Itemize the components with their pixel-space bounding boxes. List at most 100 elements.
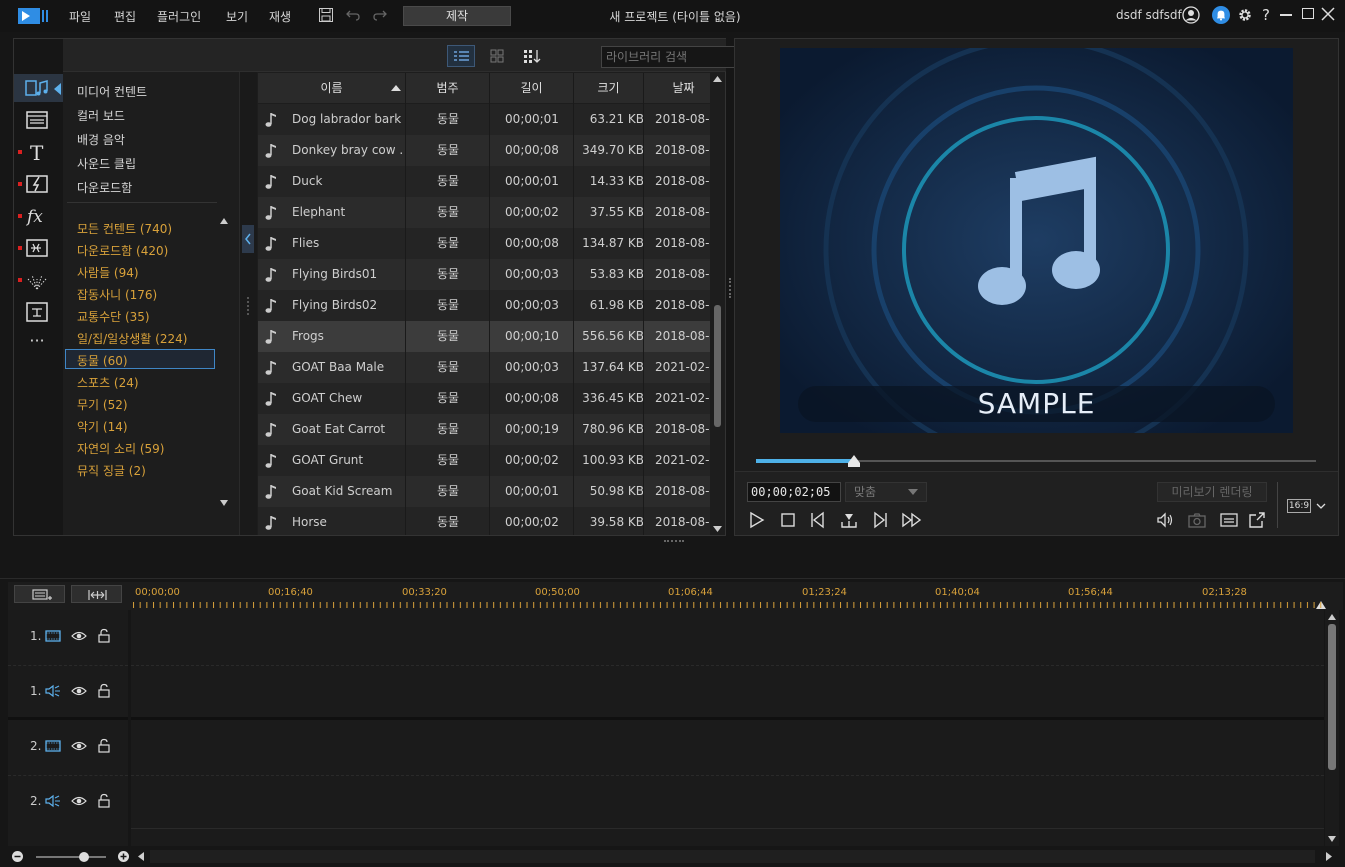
eye-icon[interactable] [71,629,87,643]
help-icon[interactable]: ? [1262,6,1274,24]
aspect-ratio-chevron-icon[interactable] [1316,501,1326,511]
lock-icon[interactable] [97,738,111,753]
user-avatar-icon[interactable] [1182,6,1200,24]
thumbnail-view-icon[interactable] [483,45,511,67]
next-frame-icon[interactable] [870,510,890,530]
track-manager-button[interactable] [14,585,65,603]
background-music-item[interactable]: 배경 음악 [77,131,125,148]
collapse-categories-button[interactable] [242,225,254,253]
category-item-animals[interactable]: 동물 (60) [77,352,128,369]
video-track-icon[interactable] [45,629,61,643]
eye-icon[interactable] [71,794,87,808]
storyboard-icon[interactable] [24,107,50,133]
panel-resize-grip[interactable] [664,540,684,543]
close-icon[interactable] [1321,7,1335,21]
menu-playback[interactable]: 재생 [269,8,291,25]
category-scrollbar[interactable] [219,217,229,507]
fit-timeline-button[interactable] [71,585,122,603]
subtitle-room-icon[interactable] [24,299,50,325]
scroll-right-icon[interactable] [1325,852,1333,861]
audio-track-icon[interactable] [45,684,61,698]
category-item-weapons[interactable]: 무기 (52) [77,396,128,413]
timecode-field[interactable]: 00;00;02;05 [747,482,841,502]
lock-icon[interactable] [97,793,111,808]
lock-icon[interactable] [97,683,111,698]
snapshot-camera-icon[interactable] [1187,510,1207,530]
previous-frame-icon[interactable] [808,510,828,530]
particle-room-icon[interactable] [24,267,50,293]
eye-icon[interactable] [71,739,87,753]
category-item-people[interactable]: 사람들 (94) [77,264,139,281]
cell-length: 00;00;08 [505,391,559,405]
scroll-left-icon[interactable] [137,852,145,861]
volume-icon[interactable] [1155,510,1175,530]
zoom-slider-handle[interactable] [79,852,89,862]
media-room-icon[interactable] [24,76,50,102]
track-number: 2. [30,739,42,753]
timeline-vertical-scrollbar[interactable] [1325,610,1339,846]
stop-icon[interactable] [778,510,798,530]
pip-objects-icon[interactable] [24,235,50,261]
column-header-length[interactable]: 길이 [490,73,574,103]
category-item-misc[interactable]: 잡동사니 (176) [77,286,157,303]
save-icon[interactable] [318,7,334,23]
category-item-instruments[interactable]: 악기 (14) [77,418,128,435]
zoom-slider[interactable] [36,856,106,858]
gear-icon[interactable] [1236,6,1254,24]
menu-edit[interactable]: 편집 [114,8,136,25]
minimize-icon[interactable] [1280,14,1292,16]
table-scrollbar[interactable] [711,73,724,535]
category-item-jingles[interactable]: 뮤직 징글 (2) [77,462,146,479]
aspect-ratio-button[interactable]: 16:9 [1287,499,1311,513]
title-room-icon[interactable]: T [24,139,50,165]
redo-icon[interactable] [372,8,388,22]
category-item-daily-life[interactable]: 일/집/일상생활 (224) [77,330,187,347]
category-item-nature[interactable]: 자연의 소리 (59) [77,440,164,457]
notification-bell-icon[interactable] [1212,6,1230,24]
column-header-name[interactable]: 이름 [258,73,406,103]
panel-resize-grip-vertical[interactable] [729,278,732,298]
zoom-fit-select[interactable]: 맞춤 [845,482,927,502]
media-content-item[interactable]: 미디어 컨텐트 [77,83,147,100]
split-clip-icon[interactable] [839,510,859,530]
undo-icon[interactable] [345,8,361,22]
user-name[interactable]: dsdf sdfsdf [1116,8,1182,22]
scrub-handle-icon[interactable] [848,455,860,467]
zoom-in-icon[interactable] [118,851,129,862]
sort-icon[interactable] [521,45,543,67]
details-view-icon[interactable] [447,45,475,67]
panel-splitter[interactable] [239,72,257,535]
category-item-sports[interactable]: 스포츠 (24) [77,374,139,391]
timeline-horizontal-scrollbar[interactable] [150,850,1315,863]
library-search-input[interactable] [602,47,742,67]
cell-category: 동물 [436,391,460,405]
track-area[interactable] [131,610,1324,846]
category-item-all[interactable]: 모든 컨텐트 (740) [77,220,172,237]
category-item-downloads[interactable]: 다운로드함 (420) [77,242,168,259]
category-item-transport[interactable]: 교통수단 (35) [77,308,150,325]
render-preview-button[interactable]: 미리보기 렌더링 [1157,482,1267,502]
produce-button[interactable]: 제작 [403,6,511,26]
fast-forward-icon[interactable] [901,510,922,530]
column-header-category[interactable]: 범주 [406,73,490,103]
subtitle-toggle-icon[interactable] [1219,510,1239,530]
menu-file[interactable]: 파일 [69,8,91,25]
undock-preview-icon[interactable] [1247,510,1267,530]
video-track-icon[interactable] [45,739,61,753]
maximize-icon[interactable] [1302,8,1314,19]
transition-room-icon[interactable] [24,171,50,197]
more-rooms-icon[interactable]: ··· [24,331,50,357]
color-board-item[interactable]: 컬러 보드 [77,107,125,124]
column-header-size[interactable]: 크기 [574,73,644,103]
audio-track-icon[interactable] [45,794,61,808]
play-icon[interactable] [747,510,767,530]
lock-icon[interactable] [97,628,111,643]
eye-icon[interactable] [71,684,87,698]
menu-plugins[interactable]: 플러그인 [157,8,201,25]
effect-room-icon[interactable]: fx [24,203,50,229]
column-header-date[interactable]: 날짜 [644,73,710,103]
menu-view[interactable]: 보기 [226,8,248,25]
zoom-out-icon[interactable] [12,851,23,862]
downloads-item[interactable]: 다운로드함 [77,179,132,196]
sound-clips-item[interactable]: 사운드 클립 [77,155,136,172]
